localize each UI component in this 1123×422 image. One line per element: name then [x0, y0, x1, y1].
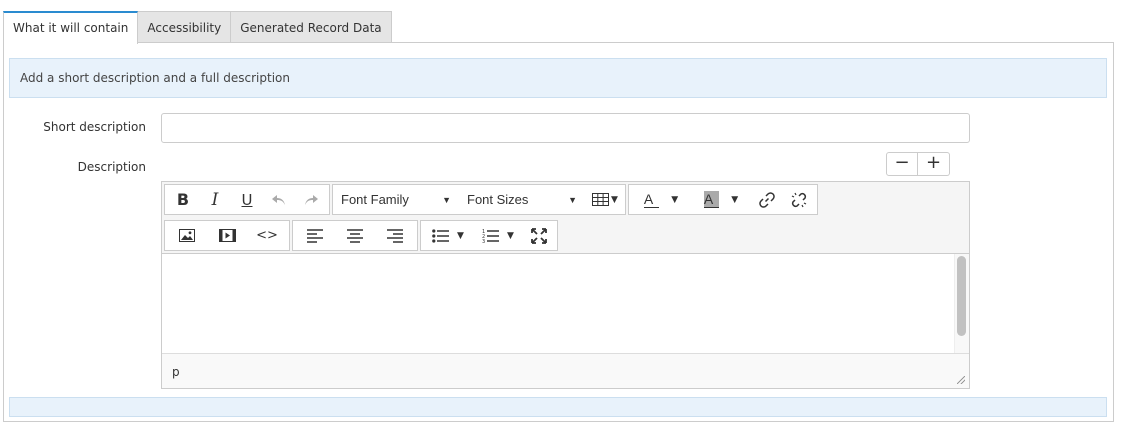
- font-sizes-label: Font Sizes: [467, 192, 529, 207]
- info-text: Add a short description and a full descr…: [20, 71, 290, 85]
- short-description-input[interactable]: [161, 113, 970, 143]
- fullscreen-icon[interactable]: [523, 222, 555, 250]
- text-color-button[interactable]: A ▼: [631, 186, 691, 214]
- link-icon[interactable]: [751, 186, 783, 214]
- bullet-list-button[interactable]: ▼: [423, 222, 473, 250]
- font-family-select[interactable]: Font Family ▼: [333, 186, 459, 214]
- color-link-group: A ▼ A ▼: [628, 184, 818, 215]
- image-icon[interactable]: [167, 222, 207, 250]
- italic-button[interactable]: I: [199, 186, 231, 214]
- description-label: Description: [77, 160, 146, 174]
- list-group: ▼ 123 ▼: [420, 220, 558, 251]
- editor-scrollbar[interactable]: [957, 256, 966, 336]
- table-icon: [592, 193, 610, 206]
- chevron-down-icon: ▼: [671, 194, 679, 205]
- chevron-down-icon: ▼: [507, 230, 514, 241]
- info-box-next: [9, 397, 1107, 417]
- font-group: Font Family ▼ Font Sizes ▼ ▼: [332, 184, 626, 215]
- rich-text-editor: B I U Font Family ▼ Font Sizes ▼ ▼ A ▼ A…: [161, 181, 970, 389]
- format-group: B I U: [164, 184, 330, 215]
- editor-statusbar: p: [162, 353, 969, 388]
- font-family-label: Font Family: [341, 192, 409, 207]
- shrink-editor-button[interactable]: −: [886, 152, 918, 176]
- chevron-down-icon: ▼: [611, 194, 618, 205]
- element-path[interactable]: p: [172, 365, 180, 379]
- grow-editor-button[interactable]: +: [918, 152, 950, 176]
- font-sizes-select[interactable]: Font Sizes ▼: [459, 186, 585, 214]
- code-icon[interactable]: <>: [247, 222, 287, 250]
- chevron-down-icon: ▼: [731, 194, 739, 205]
- tab-generated-record-data[interactable]: Generated Record Data: [230, 11, 392, 43]
- align-left-icon[interactable]: [295, 222, 335, 250]
- undo-icon[interactable]: [263, 186, 295, 214]
- insert-group: <>: [164, 220, 290, 251]
- align-center-icon[interactable]: [335, 222, 375, 250]
- bold-button[interactable]: B: [167, 186, 199, 214]
- chevron-down-icon: ▼: [457, 230, 464, 241]
- align-group: [292, 220, 418, 251]
- redo-icon[interactable]: [295, 186, 327, 214]
- numbered-list-icon: 123: [482, 229, 500, 244]
- short-description-label: Short description: [43, 120, 146, 134]
- video-icon[interactable]: [207, 222, 247, 250]
- chevron-down-icon: ▼: [568, 194, 577, 205]
- table-button[interactable]: ▼: [585, 186, 625, 214]
- editor-size-controls: − +: [886, 152, 950, 176]
- tab-bar: What it will contain Accessibility Gener…: [3, 11, 392, 44]
- editor-toolbar: B I U Font Family ▼ Font Sizes ▼ ▼ A ▼ A…: [162, 182, 969, 254]
- resize-handle-icon[interactable]: [957, 376, 965, 384]
- editor-content-area[interactable]: [162, 254, 969, 354]
- svg-text:3: 3: [482, 239, 485, 244]
- chevron-down-icon: ▼: [442, 194, 451, 205]
- tab-accessibility[interactable]: Accessibility: [137, 11, 232, 43]
- text-color-icon: A: [643, 191, 660, 208]
- info-box: Add a short description and a full descr…: [9, 58, 1107, 98]
- bullet-list-icon: [432, 228, 450, 243]
- align-right-icon[interactable]: [375, 222, 415, 250]
- underline-button[interactable]: U: [231, 186, 263, 214]
- numbered-list-button[interactable]: 123 ▼: [473, 222, 523, 250]
- background-color-icon: A: [703, 191, 720, 208]
- unlink-icon[interactable]: [783, 186, 815, 214]
- background-color-button[interactable]: A ▼: [691, 186, 751, 214]
- tab-what-it-will-contain[interactable]: What it will contain: [3, 11, 139, 44]
